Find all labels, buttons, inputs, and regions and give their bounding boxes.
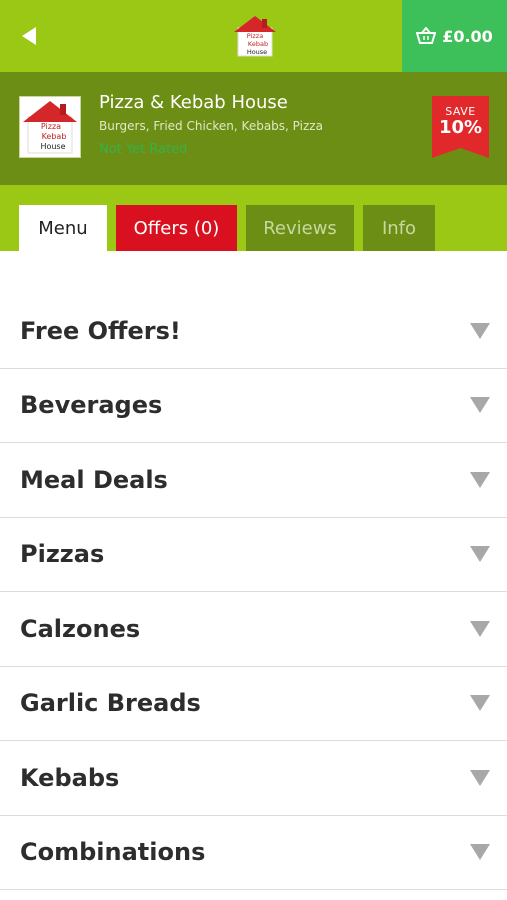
tab-reviews[interactable]: Reviews — [246, 205, 354, 251]
chevron-down-icon — [470, 620, 490, 637]
chevron-down-icon — [470, 695, 490, 712]
restaurant-cuisine: Burgers, Fried Chicken, Kebabs, Pizza — [99, 119, 323, 133]
svg-text:House: House — [247, 48, 267, 56]
category-label: Kebabs — [20, 763, 120, 792]
category-label: Beverages — [20, 391, 163, 420]
restaurant-logo: Pizza Kebab House — [19, 96, 81, 158]
category-label: Free Offers! — [20, 316, 181, 345]
svg-text:Kebab: Kebab — [248, 40, 268, 48]
category-label: Meal Deals — [20, 465, 168, 494]
basket-button[interactable]: £0.00 — [402, 0, 507, 72]
tab-offers[interactable]: Offers (0) — [116, 205, 237, 251]
save-value: 10% — [438, 117, 483, 138]
back-button[interactable] — [14, 22, 44, 50]
category-garlic-breads[interactable]: Garlic Breads — [0, 667, 507, 741]
svg-text:Pizza: Pizza — [41, 122, 61, 131]
chevron-down-icon — [470, 322, 490, 339]
category-kebabs[interactable]: Kebabs — [0, 741, 507, 816]
basket-total: £0.00 — [442, 26, 493, 46]
restaurant-rating: Not Yet Rated — [99, 142, 188, 157]
chevron-down-icon — [470, 769, 490, 786]
tab-menu[interactable]: Menu — [19, 205, 107, 251]
tab-bar: Menu Offers (0) Reviews Info — [0, 185, 507, 251]
save-badge: SAVE 10% — [432, 96, 489, 158]
menu-category-list: Free Offers! Beverages Meal Deals Pizzas… — [0, 294, 507, 890]
basket-icon — [416, 27, 437, 44]
restaurant-header: Pizza Kebab House Pizza & Kebab House Bu… — [0, 72, 507, 185]
category-free-offers[interactable]: Free Offers! — [0, 294, 507, 369]
category-pizzas[interactable]: Pizzas — [0, 518, 507, 592]
category-label: Calzones — [20, 614, 141, 643]
category-label: Combinations — [20, 838, 206, 867]
chevron-down-icon — [470, 546, 490, 563]
category-meal-deals[interactable]: Meal Deals — [0, 443, 507, 518]
chevron-down-icon — [470, 397, 490, 414]
category-calzones[interactable]: Calzones — [0, 592, 507, 667]
category-label: Pizzas — [20, 540, 105, 569]
restaurant-logo-small: Pizza Kebab House — [232, 14, 278, 60]
category-label: Garlic Breads — [20, 689, 201, 718]
category-beverages[interactable]: Beverages — [0, 369, 507, 443]
svg-text:Kebab: Kebab — [42, 132, 67, 141]
tab-info[interactable]: Info — [363, 205, 435, 251]
category-combinations[interactable]: Combinations — [0, 816, 507, 890]
top-bar: Pizza Kebab House £0.00 — [0, 0, 507, 72]
svg-text:Pizza: Pizza — [247, 32, 263, 40]
restaurant-name: Pizza & Kebab House — [99, 92, 288, 113]
chevron-down-icon — [470, 844, 490, 861]
back-arrow-icon — [22, 27, 36, 45]
chevron-down-icon — [470, 471, 490, 488]
svg-text:House: House — [40, 142, 65, 151]
